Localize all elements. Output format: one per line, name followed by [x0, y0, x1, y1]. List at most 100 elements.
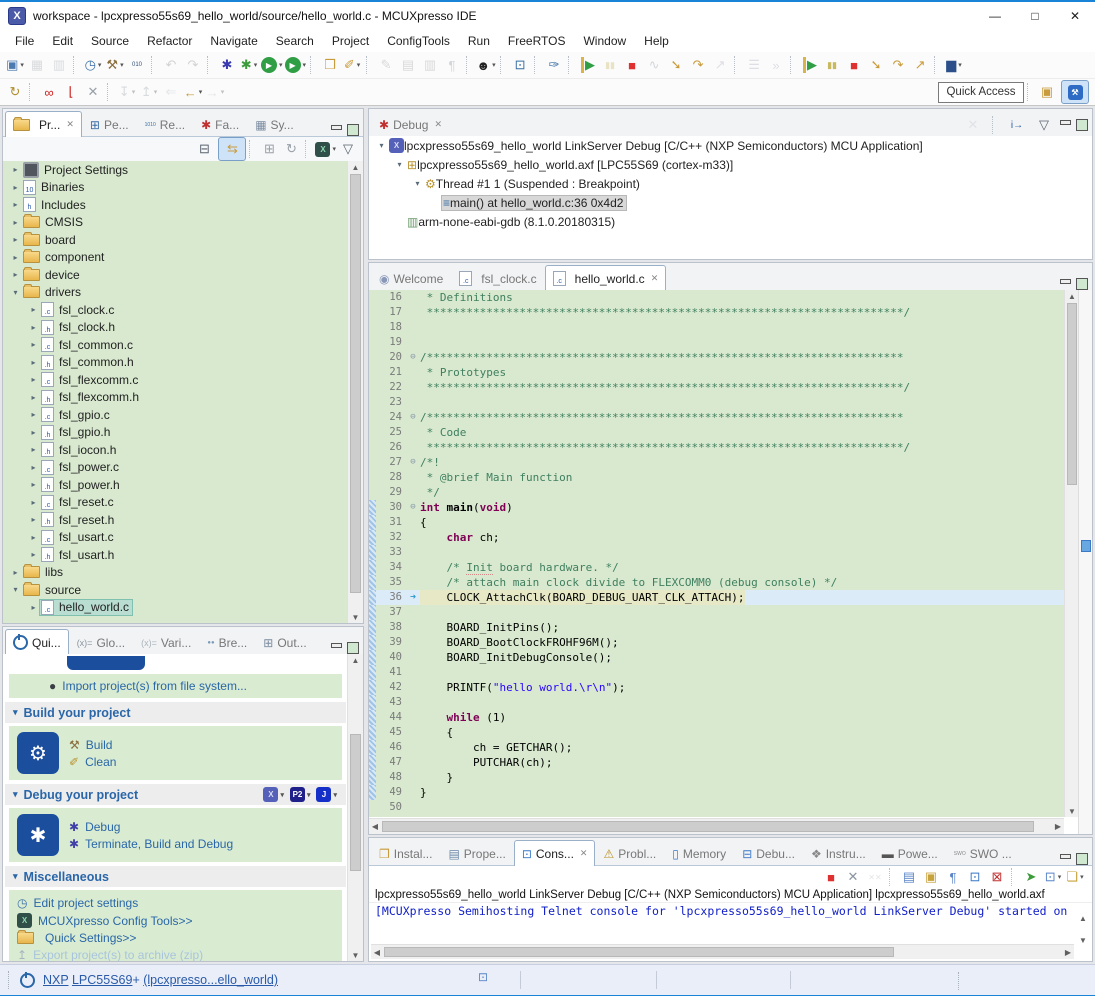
item[interactable]: .hfsl_gpio.h — [40, 425, 113, 440]
item[interactable]: .hfsl_flexcomm.h — [40, 390, 142, 405]
line-number[interactable]: 39 — [376, 635, 406, 650]
code-line-24[interactable]: 24⊖/************************************… — [369, 410, 1064, 425]
item[interactable]: hIncludes — [22, 197, 89, 212]
code-line-20[interactable]: 20⊖/************************************… — [369, 350, 1064, 365]
collapsed-arrow-icon[interactable]: ▸ — [9, 253, 22, 262]
gutter[interactable] — [406, 305, 420, 320]
item[interactable]: Xlpcxpresso55s69_hello_world LinkServer … — [388, 138, 926, 153]
line-number[interactable]: 46 — [376, 740, 406, 755]
close-tab-icon[interactable]: ✕ — [580, 848, 588, 859]
code-line-44[interactable]: 44 while (1) — [369, 710, 1064, 725]
step-into-button[interactable]: ➘ — [665, 54, 687, 76]
console-tab-debu-[interactable]: ⊟Debu... — [734, 841, 803, 865]
tree-item-lpcxpresso55s69_hello_world.axf[interactable]: ▾⊞lpcxpresso55s69_hello_world.axf [LPC55… — [369, 155, 1092, 174]
tree-item-main--selected[interactable]: ≡main() at hello_world.c:36 0x4d2 — [369, 193, 1092, 212]
code-line-49[interactable]: 49} — [369, 785, 1064, 800]
section-header-build-your-project[interactable]: ▾Build your project — [5, 702, 346, 723]
item[interactable]: CMSIS — [22, 215, 86, 229]
open-perspective-button[interactable]: ▣ — [1036, 81, 1058, 103]
gutter[interactable] — [406, 605, 420, 620]
console-tab-memory[interactable]: ▯Memory — [664, 841, 734, 865]
gutter[interactable] — [406, 575, 420, 590]
explorer-tab-sy-[interactable]: ▦Sy... — [247, 112, 301, 136]
code-line-28[interactable]: 28 * @brief Main function — [369, 470, 1064, 485]
dropdown-arrow-icon[interactable]: ▾ — [958, 61, 962, 69]
code-line-26[interactable]: 26 *************************************… — [369, 440, 1064, 455]
item[interactable]: ⚙Thread #1 1 (Suspended : Breakpoint) — [424, 177, 643, 191]
line-number[interactable]: 50 — [376, 800, 406, 815]
tree-item-drivers[interactable]: ▾drivers — [3, 284, 348, 302]
quickstart-link-edit[interactable]: ◷Edit project settings — [17, 896, 203, 910]
console-tab-cons-[interactable]: ⊡Cons...✕ — [514, 840, 596, 866]
item[interactable]: 10Binaries — [22, 180, 87, 195]
collapsed-arrow-icon[interactable]: ▸ — [27, 358, 40, 367]
gutter[interactable] — [406, 470, 420, 485]
gutter[interactable] — [406, 560, 420, 575]
code-line-41[interactable]: 41 — [369, 665, 1064, 680]
gutter[interactable] — [406, 365, 420, 380]
menu-configtools[interactable]: ConfigTools — [378, 32, 459, 50]
section-header-miscellaneous[interactable]: ▾Miscellaneous — [5, 866, 346, 887]
quickstart-link-clean[interactable]: ✐Clean — [69, 755, 116, 769]
code-line-37[interactable]: 37 — [369, 605, 1064, 620]
item[interactable]: .hfsl_common.h — [40, 355, 137, 370]
menu-freertos[interactable]: FreeRTOS — [499, 32, 575, 50]
collapsed-arrow-icon[interactable]: ▸ — [9, 568, 22, 577]
collapsed-arrow-icon[interactable]: ▸ — [9, 183, 22, 192]
gutter[interactable] — [406, 725, 420, 740]
maximize-view-button[interactable] — [1076, 278, 1088, 290]
item[interactable]: component — [22, 250, 107, 264]
dropdown-arrow-icon[interactable]: ▾ — [20, 61, 24, 69]
user-account-button[interactable]: ☻▾ — [475, 54, 497, 76]
item[interactable]: .cfsl_flexcomm.c — [40, 372, 141, 387]
line-number[interactable]: 30 — [376, 500, 406, 515]
scroll-left-icon[interactable]: ◀ — [371, 945, 383, 959]
code-line-32[interactable]: 32 char ch; — [369, 530, 1064, 545]
line-number[interactable]: 49 — [376, 785, 406, 800]
pin-console-button[interactable]: ➤ — [1020, 866, 1042, 888]
suspend-all-button[interactable]: ▮▮ — [821, 54, 843, 76]
dropdown-arrow-icon[interactable]: ▾ — [154, 88, 158, 96]
gutter[interactable] — [406, 650, 420, 665]
quickstart-link-mcuxpresso[interactable]: XMCUXpresso Config Tools>> — [17, 913, 203, 928]
binary-file-button[interactable]: 010 — [126, 54, 148, 76]
dropdown-arrow-icon[interactable]: ▾ — [303, 61, 307, 69]
scroll-left-icon[interactable]: ◀ — [369, 819, 381, 834]
explorer-tab-pe-[interactable]: ⊞Pe... — [82, 112, 137, 136]
tree-item-fsl_common.c[interactable]: ▸.cfsl_common.c — [3, 336, 348, 354]
console-tab-powe-[interactable]: ▬Powe... — [874, 841, 946, 865]
item[interactable]: .hfsl_reset.h — [40, 512, 117, 527]
close-tab-icon[interactable]: ✕ — [651, 273, 659, 284]
line-number[interactable]: 18 — [376, 320, 406, 335]
collapsed-arrow-icon[interactable]: ▸ — [27, 375, 40, 384]
collapsed-arrow-icon[interactable]: ▸ — [27, 393, 40, 402]
menu-run[interactable]: Run — [459, 32, 499, 50]
resume-button[interactable]: ▶ — [577, 54, 599, 76]
console-output[interactable]: [MCUXpresso Semihosting Telnet console f… — [369, 903, 1092, 919]
console-tab-swo-[interactable]: SWOSWO ... — [946, 841, 1020, 865]
quickstart-link-debug[interactable]: ✱Debug — [69, 820, 233, 834]
item[interactable]: ▥arm-none-eabi-gdb (8.1.0.20180315) — [406, 215, 618, 229]
focus-tasks-button[interactable]: ⊞ — [258, 138, 280, 160]
code-line-21[interactable]: 21 * Prototypes — [369, 365, 1064, 380]
minimize-window-button[interactable]: — — [975, 3, 1015, 29]
tree-item-thread[interactable]: ▾⚙Thread #1 1 (Suspended : Breakpoint) — [369, 174, 1092, 193]
fold-minus-icon[interactable]: ⊖ — [406, 410, 420, 425]
code-line-22[interactable]: 22 *************************************… — [369, 380, 1064, 395]
close-tab-icon[interactable]: ✕ — [66, 119, 74, 130]
remote-console-button[interactable]: ⊡ — [509, 54, 531, 76]
code-line-43[interactable]: 43 — [369, 695, 1064, 710]
item[interactable]: source — [22, 583, 84, 597]
overview-ruler[interactable] — [1078, 290, 1092, 834]
pin-editor-button[interactable]: ✑ — [543, 54, 565, 76]
step-into-all-button[interactable]: ➘ — [865, 54, 887, 76]
gutter[interactable] — [406, 755, 420, 770]
tree-item-arm-none-eabi-gdb[interactable]: ▥arm-none-eabi-gdb (8.1.0.20180315) — [369, 212, 1092, 231]
collapsed-arrow-icon[interactable]: ▸ — [27, 498, 40, 507]
tree-item-fsl_clock.c[interactable]: ▸.cfsl_clock.c — [3, 301, 348, 319]
code-line-17[interactable]: 17 *************************************… — [369, 305, 1064, 320]
line-number[interactable]: 25 — [376, 425, 406, 440]
collapsed-arrow-icon[interactable]: ▸ — [27, 515, 40, 524]
tree-item-fsl_power.h[interactable]: ▸.hfsl_power.h — [3, 476, 348, 494]
terminate-button[interactable]: ■ — [621, 54, 643, 76]
